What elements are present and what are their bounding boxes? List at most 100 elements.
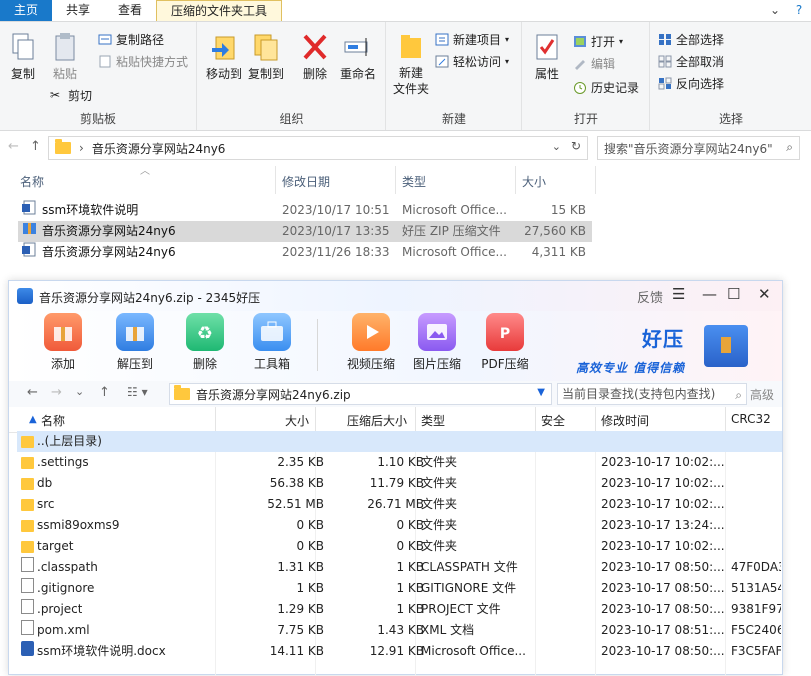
file-row[interactable]: ssm环境软件说明 2023/10/17 10:51 Microsoft Off…	[18, 200, 592, 221]
col-modified[interactable]: 修改时间	[601, 412, 649, 429]
history-dropdown-icon[interactable]: ⌄	[75, 385, 84, 398]
extract-to-button[interactable]: 解压到	[105, 313, 165, 372]
zip-row[interactable]: pom.xml 7.75 KB 1.43 KB XML 文档 2023-10-1…	[17, 620, 782, 641]
maximize-icon[interactable]: ☐	[727, 285, 740, 303]
forward-arrow-icon[interactable]: →	[51, 385, 62, 400]
col-size[interactable]: 大小	[285, 412, 309, 429]
add-button[interactable]: 添加	[33, 313, 93, 372]
pdf-compress-button[interactable]: P PDF压缩	[475, 313, 535, 372]
file-row-selected[interactable]: 音乐资源分享网站24ny6 2023/10/17 13:35 好压 ZIP 压缩…	[18, 221, 592, 242]
tab-share[interactable]: 共享	[52, 0, 104, 21]
col-crc32[interactable]: CRC32	[731, 412, 771, 426]
zip-row[interactable]: ssmi89oxms9 0 KB 0 KB 文件夹 2023-10-17 13:…	[17, 515, 782, 536]
col-modified[interactable]: 修改日期	[282, 173, 330, 190]
zip-row[interactable]: ssm环境软件说明.docx 14.11 KB 12.91 KB Microso…	[17, 641, 782, 662]
tab-home[interactable]: 主页	[0, 0, 53, 21]
paste-shortcut-button[interactable]: 粘贴快捷方式	[98, 53, 188, 70]
edit-button[interactable]: 编辑	[573, 55, 615, 72]
entry-name: .gitignore	[37, 581, 95, 595]
minimize-icon[interactable]: —	[702, 285, 717, 303]
copy-button[interactable]: 复制	[6, 32, 40, 82]
path-dropdown-icon[interactable]: ⌄	[552, 140, 561, 153]
properties-button[interactable]: 属性	[529, 32, 565, 82]
paste-button[interactable]: 粘贴	[48, 32, 82, 82]
new-folder-button[interactable]: 新建 文件夹	[391, 32, 431, 97]
zip-row[interactable]: db 56.38 KB 11.79 KB 文件夹 2023-10-17 10:0…	[17, 473, 782, 494]
col-name[interactable]: 名称	[20, 173, 44, 190]
back-arrow-icon[interactable]: ←	[8, 139, 19, 154]
new-item-button[interactable]: 新建项目 ▾	[435, 31, 509, 48]
invert-selection-button[interactable]: 反向选择	[658, 75, 724, 92]
col-separator[interactable]	[725, 407, 726, 433]
open-button[interactable]: 打开 ▾	[573, 33, 623, 50]
zip-row[interactable]: .gitignore 1 KB 1 KB GITIGNORE 文件 2023-1…	[17, 578, 782, 599]
zip-search-box[interactable]: 当前目录查找(支持包内查找) ⌕	[557, 383, 747, 405]
zip-row[interactable]: target 0 KB 0 KB 文件夹 2023-10-17 10:02:..…	[17, 536, 782, 557]
col-separator[interactable]	[415, 407, 416, 433]
col-separator[interactable]	[595, 166, 596, 194]
col-type[interactable]: 类型	[402, 173, 426, 190]
image-compress-button[interactable]: 图片压缩	[407, 313, 467, 372]
tab-view[interactable]: 查看	[104, 0, 156, 21]
up-arrow-icon[interactable]: ↑	[30, 139, 41, 154]
move-to-button[interactable]: 移动到	[204, 32, 244, 82]
feedback-link[interactable]: 反馈	[637, 287, 663, 306]
col-separator[interactable]	[395, 166, 396, 194]
zip-row-parent[interactable]: ..(上层目录)	[17, 431, 782, 452]
history-button[interactable]: 历史记录	[573, 79, 639, 96]
paste-label: 粘贴	[52, 67, 77, 81]
col-name[interactable]: 名称	[41, 412, 65, 429]
close-icon[interactable]: ✕	[758, 285, 771, 303]
zip-search-placeholder: 当前目录查找(支持包内查找)	[562, 387, 716, 401]
col-type[interactable]: 类型	[421, 412, 445, 429]
copy-path-button[interactable]: 复制路径	[98, 31, 164, 48]
help-icon[interactable]: ?	[787, 0, 811, 21]
zip-path-box[interactable]: 音乐资源分享网站24ny6.zip ▼	[169, 383, 552, 405]
ribbon-collapse-icon[interactable]: ⌄	[763, 0, 787, 21]
menu-icon[interactable]: ☰	[672, 285, 685, 303]
col-separator[interactable]	[215, 407, 216, 433]
search-icon: ⌕	[735, 388, 742, 402]
zip-row[interactable]: .settings 2.35 KB 1.10 KB 文件夹 2023-10-17…	[17, 452, 782, 473]
copy-to-button[interactable]: 复制到	[246, 32, 286, 82]
advanced-search-link[interactable]: 高级	[750, 386, 774, 403]
col-separator[interactable]	[515, 166, 516, 194]
zip-row[interactable]: .project 1.29 KB 1 KB PROJECT 文件 2023-10…	[17, 599, 782, 620]
cut-button[interactable]: ✂ 剪切	[50, 87, 92, 104]
entry-modified: 2023-10-17 10:02:...	[601, 539, 725, 553]
file-size: 15 KB	[550, 203, 586, 217]
back-arrow-icon[interactable]: ←	[27, 385, 38, 400]
rename-button[interactable]: 重命名	[336, 32, 380, 82]
col-separator[interactable]	[315, 407, 316, 433]
select-none-button[interactable]: 全部取消	[658, 53, 724, 70]
tab-compressed-folder-tools[interactable]: 压缩的文件夹工具	[156, 0, 283, 21]
zip-row[interactable]: src 52.51 MB 26.71 MB 文件夹 2023-10-17 10:…	[17, 494, 782, 515]
entry-modified: 2023-10-17 10:02:...	[601, 497, 725, 511]
col-size[interactable]: 大小	[522, 173, 546, 190]
col-separator[interactable]	[275, 166, 276, 194]
delete-button[interactable]: 删除	[298, 32, 332, 82]
entry-type: 文件夹	[421, 455, 458, 469]
tabs-spacer	[282, 0, 763, 21]
refresh-icon[interactable]: ↻	[571, 139, 581, 153]
col-separator[interactable]	[595, 407, 596, 433]
col-separator[interactable]	[535, 407, 536, 433]
file-row[interactable]: 音乐资源分享网站24ny6 2023/11/26 18:33 Microsoft…	[18, 242, 592, 263]
entry-size: 0 KB	[296, 518, 324, 532]
path-box[interactable]: › 音乐资源分享网站24ny6 ⌄ ↻	[48, 136, 588, 160]
zip-delete-button[interactable]: ♻ 删除	[175, 313, 235, 372]
search-box[interactable]: 搜索"音乐资源分享网站24ny6" ⌕	[597, 136, 800, 160]
video-compress-button[interactable]: 视频压缩	[341, 313, 401, 372]
up-arrow-icon[interactable]: ↑	[99, 385, 110, 400]
col-security[interactable]: 安全	[541, 412, 565, 429]
zip-row[interactable]: .classpath 1.31 KB 1 KB CLASSPATH 文件 202…	[17, 557, 782, 578]
invert-selection-icon	[658, 77, 672, 90]
path-dropdown-icon[interactable]: ▼	[537, 387, 545, 398]
easy-access-button[interactable]: 轻松访问 ▾	[435, 53, 509, 70]
select-all-button[interactable]: 全部选择	[658, 31, 724, 48]
col-compressed[interactable]: 压缩后大小	[347, 412, 407, 429]
entry-compressed: 1.43 KB	[377, 623, 424, 637]
toolbox-button[interactable]: 工具箱	[242, 313, 302, 372]
entry-name: ssmi89oxms9	[37, 518, 120, 532]
view-mode-icon[interactable]: ☷ ▾	[127, 385, 148, 399]
